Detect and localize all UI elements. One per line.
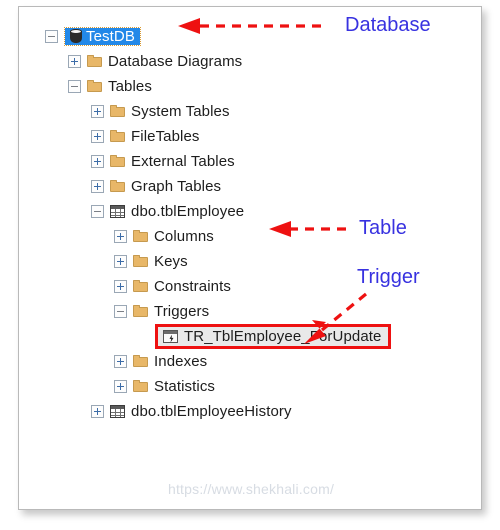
node-content[interactable]: Graph Tables <box>109 178 221 195</box>
selected-node[interactable]: TestDB <box>64 26 141 46</box>
database-annotation-label: Database <box>345 14 431 36</box>
tree-node-label: System Tables <box>131 102 230 120</box>
expand-icon[interactable] <box>114 254 127 268</box>
folder-icon <box>86 79 103 94</box>
tree-node-label: dbo.tblEmployeeHistory <box>131 402 292 420</box>
tree-node-label: Statistics <box>154 377 216 395</box>
tree-node-label: External Tables <box>131 152 235 170</box>
tree-node[interactable]: Tables <box>68 75 152 97</box>
table-icon <box>109 404 126 419</box>
node-content[interactable]: Statistics <box>132 378 215 395</box>
tree-node[interactable]: Database Diagrams <box>68 50 242 72</box>
node-content[interactable]: Indexes <box>132 353 207 370</box>
screenshot-root: TestDB Database Diagrams Tables System Tabl… <box>0 0 500 530</box>
trigger-icon <box>162 329 179 344</box>
collapse-icon[interactable] <box>68 79 81 93</box>
collapse-icon[interactable] <box>91 204 104 218</box>
expand-icon[interactable] <box>91 179 104 193</box>
tree-node[interactable]: Triggers <box>114 300 209 322</box>
folder-icon <box>132 354 149 369</box>
tree-node-label: Triggers <box>154 302 210 320</box>
folder-icon <box>132 379 149 394</box>
folder-icon <box>86 54 103 69</box>
tree-node[interactable]: Constraints <box>114 275 231 297</box>
tree-node-label: Tables <box>108 77 152 95</box>
tree-node[interactable]: TR_TblEmployee_ForUpdate <box>137 323 391 349</box>
node-content[interactable]: dbo.tblEmployeeHistory <box>109 403 292 420</box>
collapse-icon[interactable] <box>45 29 58 43</box>
node-content[interactable]: dbo.tblEmployee <box>109 203 244 220</box>
tree-node-label: TR_TblEmployee_ForUpdate <box>184 327 382 345</box>
tree-node[interactable]: TestDB <box>45 25 141 47</box>
node-content[interactable]: Triggers <box>132 303 209 320</box>
expand-icon[interactable] <box>91 104 104 118</box>
tree-node-label: FileTables <box>131 127 200 145</box>
folder-icon <box>109 129 126 144</box>
tree-node[interactable]: FileTables <box>91 125 200 147</box>
node-content[interactable]: Constraints <box>132 278 231 295</box>
expand-icon[interactable] <box>91 154 104 168</box>
object-explorer-panel: TestDB Database Diagrams Tables System Tabl… <box>18 6 482 510</box>
node-content[interactable]: Tables <box>86 78 152 95</box>
tree-node[interactable]: Columns <box>114 225 214 247</box>
folder-icon <box>109 154 126 169</box>
folder-icon <box>132 279 149 294</box>
folder-icon <box>132 254 149 269</box>
watermark-text: https://www.shekhali.com/ <box>167 481 335 497</box>
expand-icon[interactable] <box>91 129 104 143</box>
node-content[interactable]: Database Diagrams <box>86 53 242 70</box>
tree-node-label: Indexes <box>154 352 208 370</box>
highlighted-trigger-node[interactable]: TR_TblEmployee_ForUpdate <box>155 323 391 349</box>
tree-node-label: Graph Tables <box>131 177 222 195</box>
tree-node-label: TestDB <box>86 27 135 45</box>
node-content[interactable]: External Tables <box>109 153 235 170</box>
tree-node[interactable]: Graph Tables <box>91 175 221 197</box>
tree-node-label: Keys <box>154 252 188 270</box>
node-content[interactable]: Keys <box>132 253 188 270</box>
expand-icon[interactable] <box>114 379 127 393</box>
tree-node[interactable]: dbo.tblEmployee <box>91 200 244 222</box>
node-content[interactable]: Columns <box>132 228 214 245</box>
expand-icon[interactable] <box>114 354 127 368</box>
tree-node-label: Columns <box>154 227 214 245</box>
tree-node-label: dbo.tblEmployee <box>131 202 245 220</box>
expand-icon[interactable] <box>114 229 127 243</box>
expand-icon[interactable] <box>91 404 104 418</box>
tree-node[interactable]: Keys <box>114 250 188 272</box>
expand-icon[interactable] <box>114 279 127 293</box>
tree-node-label: Database Diagrams <box>108 52 243 70</box>
tree-node[interactable]: System Tables <box>91 100 230 122</box>
trigger-annotation-label: Trigger <box>357 266 420 288</box>
table-annotation-label: Table <box>359 217 407 239</box>
collapse-icon[interactable] <box>114 304 127 318</box>
node-content[interactable]: System Tables <box>109 103 230 120</box>
table-icon <box>109 204 126 219</box>
folder-icon <box>109 104 126 119</box>
folder-icon <box>132 229 149 244</box>
database-icon <box>68 28 84 45</box>
tree-node-label: Constraints <box>154 277 231 295</box>
tree-node[interactable]: dbo.tblEmployeeHistory <box>91 400 292 422</box>
tree-node[interactable]: External Tables <box>91 150 235 172</box>
node-content[interactable]: FileTables <box>109 128 200 145</box>
folder-icon <box>132 304 149 319</box>
tree-node[interactable]: Statistics <box>114 375 215 397</box>
tree-node[interactable]: Indexes <box>114 350 207 372</box>
expand-icon[interactable] <box>68 54 81 68</box>
folder-icon <box>109 179 126 194</box>
